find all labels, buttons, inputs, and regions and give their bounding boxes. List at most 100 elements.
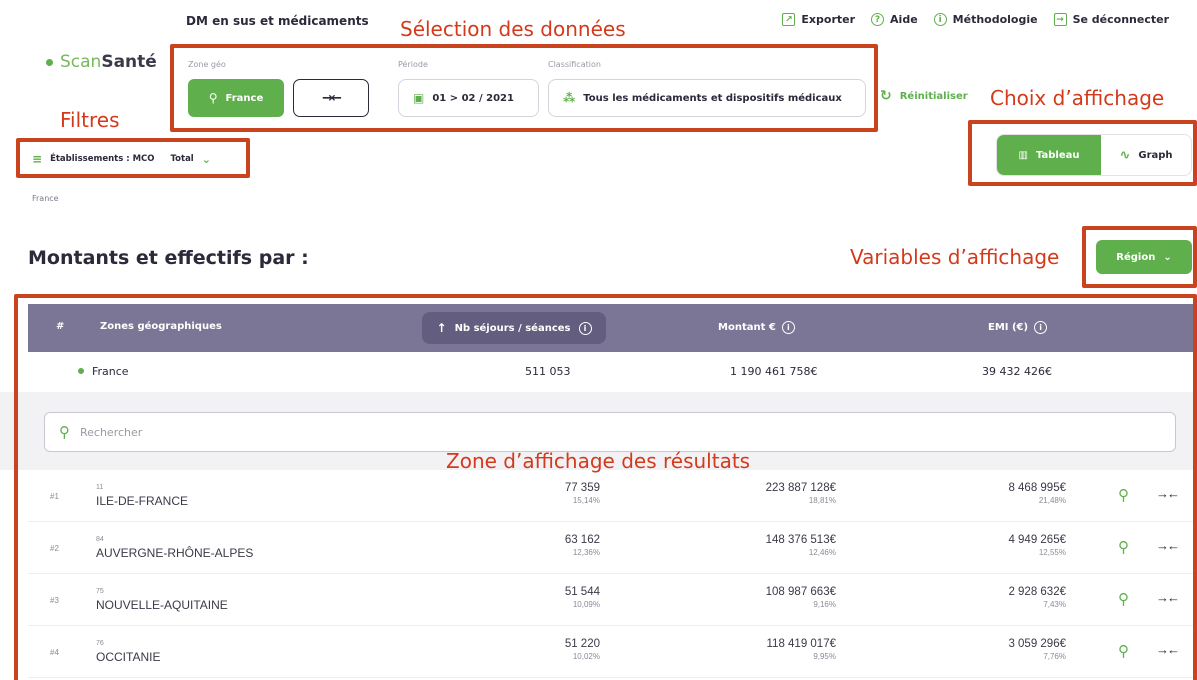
- row-stays-pct: 12,36%: [572, 548, 600, 557]
- compare-arrows-icon[interactable]: →←: [1156, 642, 1180, 657]
- total-amount: 1 190 461 758€: [730, 365, 818, 378]
- row-stays-pct: 10,02%: [572, 652, 600, 661]
- row-emi: 8 468 995€ 21,48%: [1008, 482, 1066, 505]
- view-toggle: ▥ Tableau ∿ Graph: [996, 134, 1192, 176]
- table-row[interactable]: #1 11 ILE-DE-FRANCE 77 359 15,14% 223 887…: [28, 470, 1194, 522]
- compare-arrows-icon[interactable]: →←: [1156, 590, 1180, 605]
- row-emi-pct: 21,48%: [1038, 496, 1066, 505]
- row-amount-pct: 9,95%: [813, 652, 836, 661]
- total-zone: France: [78, 365, 129, 378]
- period-label: Période: [398, 60, 428, 69]
- map-pin-icon[interactable]: ⚲: [1118, 590, 1129, 608]
- methodology-label: Méthodologie: [952, 13, 1038, 26]
- header-emi: EMI (€): [988, 322, 1029, 333]
- row-amount-pct: 12,46%: [808, 548, 836, 557]
- header-stays-sort[interactable]: ↑ Nb séjours / séances i: [422, 312, 606, 344]
- row-name: NOUVELLE-AQUITAINE: [96, 598, 228, 612]
- compare-arrows-icon[interactable]: →←: [1156, 538, 1180, 553]
- zone-label: Zone géo: [188, 60, 226, 69]
- row-amount-value: 223 887 128€: [765, 482, 836, 494]
- logout-label: Se déconnecter: [1072, 13, 1169, 26]
- row-stays-value: 63 162: [564, 534, 600, 546]
- classification-label: Classification: [548, 60, 601, 69]
- row-emi-pct: 7,43%: [1043, 600, 1066, 609]
- annotation-selection: Sélection des données: [400, 17, 626, 41]
- help-label: Aide: [890, 13, 918, 26]
- annotation-display-variables: Variables d’affichage: [850, 245, 1060, 269]
- classification-select[interactable]: ⁂ Tous les médicaments et dispositifs méd…: [548, 79, 866, 117]
- help-link[interactable]: ? Aide: [871, 13, 918, 26]
- breadcrumb[interactable]: France: [32, 194, 59, 203]
- logout-link[interactable]: → Se déconnecter: [1053, 13, 1169, 26]
- total-stays: 511 053: [525, 365, 571, 378]
- zone-compare-button[interactable]: →←: [293, 79, 369, 117]
- filter-icon: ≡: [32, 152, 43, 166]
- compare-arrows-icon[interactable]: →←: [1156, 486, 1180, 501]
- search-box[interactable]: ⚲: [44, 412, 1176, 452]
- map-pin-icon[interactable]: ⚲: [1118, 486, 1129, 504]
- page-title: Montants et effectifs par :: [28, 247, 309, 269]
- export-link[interactable]: ↗ Exporter: [782, 13, 855, 26]
- info-icon[interactable]: i: [1034, 321, 1048, 334]
- scansante-logo[interactable]: ScanSanté: [46, 52, 157, 72]
- table-row[interactable]: #2 84 AUVERGNE-RHÔNE-ALPES 63 162 12,36% …: [28, 522, 1194, 574]
- row-stays: 51 220 10,02%: [565, 638, 600, 661]
- info-icon[interactable]: i: [578, 321, 592, 335]
- row-emi: 2 928 632€ 7,43%: [1008, 586, 1066, 609]
- row-emi-value: 2 928 632€: [1008, 586, 1066, 598]
- header-rank: #: [56, 321, 65, 332]
- header-zone[interactable]: Zones géographiques: [100, 321, 222, 332]
- filters-bar[interactable]: ≡ Établissements : MCO Total ⌄: [32, 152, 211, 166]
- top-links: ↗ Exporter ? Aide i Méthodologie → Se déconn…: [782, 13, 1169, 26]
- map-pin-icon[interactable]: ⚲: [1118, 642, 1129, 660]
- app-title: DM en sus et médicaments: [186, 14, 369, 28]
- row-code: 76: [96, 640, 104, 647]
- info-icon: i: [933, 13, 947, 26]
- tab-graph-label: Graph: [1138, 149, 1173, 161]
- export-icon: ↗: [782, 13, 796, 26]
- chevron-down-icon: ⌄: [1163, 251, 1172, 263]
- search-input[interactable]: [80, 425, 1175, 439]
- header-emi-cell[interactable]: EMI (€) i: [988, 321, 1048, 334]
- period-select[interactable]: ▣ 01 > 02 / 2021: [398, 79, 539, 117]
- row-rank: #4: [50, 648, 59, 657]
- region-label: Région: [1116, 251, 1156, 263]
- tab-table[interactable]: ▥ Tableau: [997, 135, 1101, 175]
- swap-arrows-icon: →←: [322, 90, 342, 106]
- row-stays: 77 359 15,14%: [565, 482, 600, 505]
- export-label: Exporter: [801, 13, 856, 26]
- reset-button[interactable]: ↻ Réinitialiser: [880, 88, 968, 104]
- table-row[interactable]: #4 76 OCCITANIE 51 220 10,02% 118 419 017…: [28, 626, 1194, 678]
- header-amount-cell[interactable]: Montant € i: [718, 321, 795, 334]
- row-emi: 3 059 296€ 7,76%: [1008, 638, 1066, 661]
- row-rank: #2: [50, 544, 59, 553]
- row-stays-value: 51 220: [564, 638, 600, 650]
- row-emi-value: 8 468 995€: [1008, 482, 1066, 494]
- sort-up-arrow-icon: ↑: [436, 321, 447, 335]
- map-pin-icon[interactable]: ⚲: [1118, 538, 1129, 556]
- row-amount-pct: 9,16%: [813, 600, 836, 609]
- info-icon[interactable]: i: [781, 321, 795, 334]
- filter-establishments: Établissements : MCO: [50, 154, 155, 164]
- calendar-icon: ▣: [413, 91, 425, 105]
- tab-table-label: Tableau: [1035, 149, 1080, 161]
- annotation-filters: Filtres: [60, 108, 120, 132]
- total-zone-label: France: [92, 365, 129, 378]
- methodology-link[interactable]: i Méthodologie: [933, 13, 1038, 26]
- row-amount: 223 887 128€ 18,81%: [766, 482, 836, 505]
- zone-value: France: [225, 92, 264, 104]
- region-dropdown-button[interactable]: Région ⌄: [1096, 240, 1192, 274]
- row-amount: 118 419 017€ 9,95%: [767, 638, 837, 661]
- period-value: 01 > 02 / 2021: [432, 92, 514, 104]
- row-amount-pct: 18,81%: [808, 496, 836, 505]
- row-name: ILE-DE-FRANCE: [96, 494, 189, 508]
- row-emi-value: 3 059 296€: [1008, 638, 1066, 650]
- tab-graph[interactable]: ∿ Graph: [1101, 135, 1191, 175]
- line-chart-icon: ∿: [1119, 147, 1131, 163]
- row-code: 11: [96, 484, 104, 491]
- total-row: France 511 053 1 190 461 758€ 39 432 426…: [28, 352, 1194, 392]
- table-header: # Zones géographiques ↑ Nb séjours / séa…: [28, 304, 1194, 352]
- table-row[interactable]: #3 75 NOUVELLE-AQUITAINE 51 544 10,09% 10…: [28, 574, 1194, 626]
- zone-france-button[interactable]: ⚲ France: [188, 79, 284, 117]
- logo-sante: Santé: [101, 52, 157, 72]
